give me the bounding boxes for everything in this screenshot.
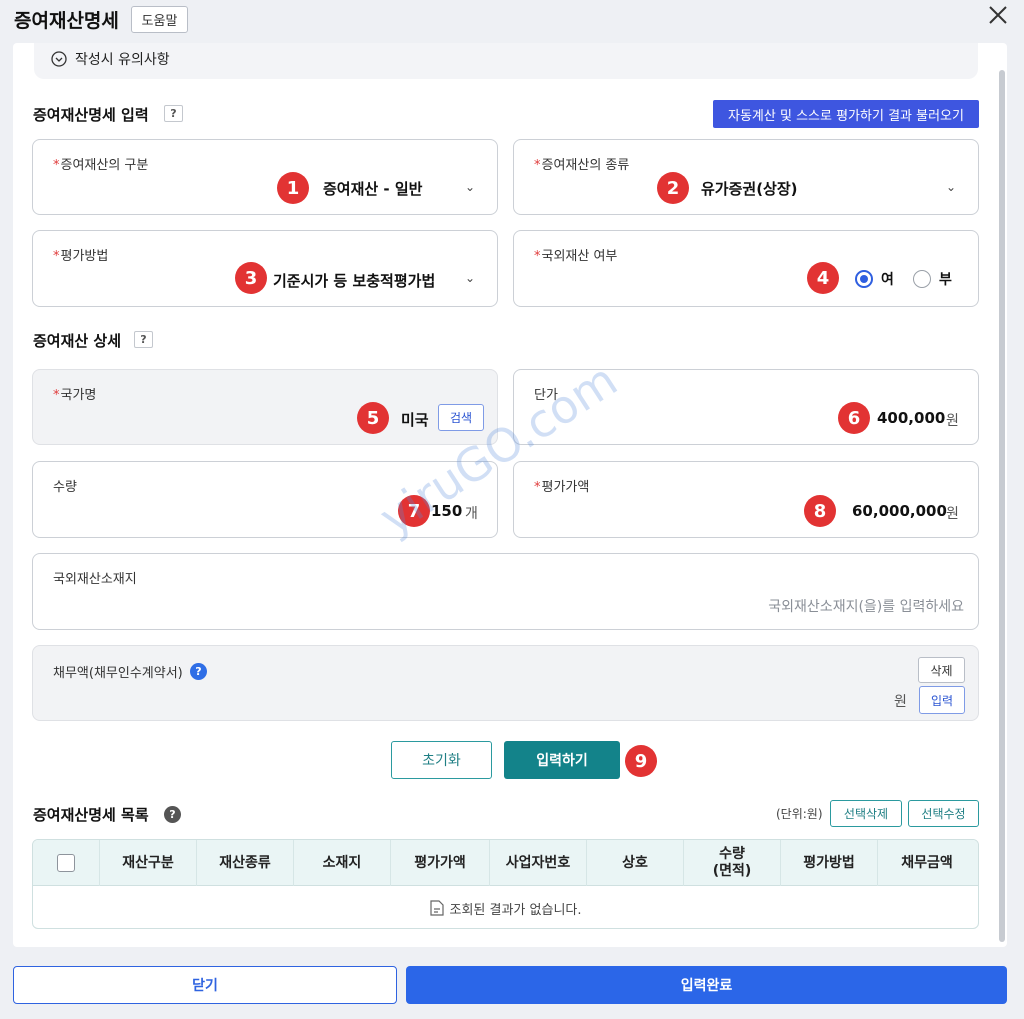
step-badge: 5 — [357, 402, 389, 434]
chevron-circle-icon[interactable] — [51, 51, 67, 67]
country-value: 미국 — [401, 411, 429, 429]
method-label: 평가방법 — [60, 249, 109, 264]
quantity-value: 150 — [431, 502, 463, 520]
category-field[interactable]: *증여재산의 구분 증여재산 - 일반 ⌄ — [32, 139, 498, 215]
select-all-checkbox[interactable] — [57, 854, 75, 872]
submit-entry-button[interactable]: 입력하기 — [504, 741, 620, 779]
col-header: 상호 — [587, 840, 684, 886]
step-badge: 4 — [807, 262, 839, 294]
debt-input-button[interactable]: 입력 — [919, 686, 965, 714]
eval-amount-value: 60,000,000 — [852, 502, 947, 520]
edit-selected-button[interactable]: 선택수정 — [908, 800, 979, 827]
question-icon[interactable]: ? — [134, 331, 153, 348]
question-icon[interactable]: ? — [164, 806, 181, 823]
type-field[interactable]: *증여재산의 종류 유가증권(상장) ⌄ — [513, 139, 979, 215]
unit-price-field[interactable]: 단가 400,000 원 — [513, 369, 979, 445]
required-mark: * — [534, 158, 541, 173]
notice-bar[interactable] — [34, 43, 978, 79]
col-header: 소재지 — [294, 840, 391, 886]
eval-amount-label: 평가가액 — [541, 480, 590, 495]
radio-yes[interactable] — [855, 270, 873, 288]
load-results-button[interactable]: 자동계산 및 스스로 평가하기 결과 불러오기 — [713, 100, 979, 128]
radio-no-label[interactable]: 부 — [939, 269, 952, 289]
close-button[interactable]: 닫기 — [13, 966, 397, 1004]
step-badge: 1 — [277, 172, 309, 204]
empty-text: 조회된 결과가 없습니다. — [449, 902, 582, 918]
location-input[interactable]: 국외재산소재지(을)를 입력하세요 — [768, 596, 964, 616]
dialog-title: 증여재산명세 — [14, 10, 119, 32]
col-header: 평가방법 — [781, 840, 878, 886]
col-header: 재산종류 — [197, 840, 294, 886]
debt-field: 채무액(채무인수계약서) ? 삭제 원 입력 — [32, 645, 979, 721]
col-header: 평가가액 — [391, 840, 490, 886]
list-section-title: 증여재산명세 목록 — [33, 806, 149, 824]
chevron-down-icon[interactable]: ⌄ — [946, 180, 956, 194]
empty-state: 조회된 결과가 없습니다. — [33, 886, 978, 928]
foreign-field: *국외재산 여부 여 부 — [513, 230, 979, 307]
unit-price-unit: 원 — [946, 413, 959, 429]
radio-yes-label[interactable]: 여 — [881, 269, 894, 289]
location-field[interactable]: 국외재산소재지 국외재산소재지(을)를 입력하세요 — [32, 553, 979, 630]
step-badge: 6 — [838, 402, 870, 434]
eval-amount-unit: 원 — [946, 506, 959, 522]
document-icon — [429, 900, 444, 916]
country-field: *국가명 미국 검색 — [32, 369, 498, 445]
col-header: 채무금액 — [901, 854, 953, 871]
table-header: 재산구분 재산종류 소재지 평가가액 사업자번호 상호 수량 (면적) 평가방법… — [33, 840, 978, 886]
input-section-title: 증여재산명세 입력 — [33, 106, 149, 124]
asset-list-table: 재산구분 재산종류 소재지 평가가액 사업자번호 상호 수량 (면적) 평가방법… — [32, 839, 979, 929]
dialog-header: 증여재산명세 도움말 — [0, 0, 1024, 40]
delete-button[interactable]: 삭제 — [918, 657, 965, 683]
required-mark: * — [534, 480, 541, 495]
category-value: 증여재산 - 일반 — [323, 180, 423, 198]
step-badge: 7 — [398, 495, 430, 527]
question-icon[interactable]: ? — [164, 105, 183, 122]
quantity-field[interactable]: 수량 150 개 — [32, 461, 498, 538]
type-value: 유가증권(상장) — [701, 180, 798, 198]
required-mark: * — [534, 249, 541, 264]
unit-label: (단위:원) — [776, 807, 823, 821]
quantity-unit: 개 — [465, 506, 478, 522]
location-label: 국외재산소재지 — [53, 572, 137, 587]
chevron-down-icon[interactable]: ⌄ — [465, 271, 475, 285]
type-label: 증여재산의 종류 — [541, 158, 630, 173]
reset-button[interactable]: 초기화 — [391, 741, 492, 779]
delete-selected-button[interactable]: 선택삭제 — [830, 800, 902, 827]
debt-unit: 원 — [894, 694, 907, 710]
category-label: 증여재산의 구분 — [60, 158, 149, 173]
radio-no[interactable] — [913, 270, 931, 288]
detail-section-title: 증여재산 상세 — [33, 332, 122, 350]
col-header: 사업자번호 — [490, 840, 587, 886]
col-header: 재산구분 — [100, 840, 197, 886]
chevron-down-icon[interactable]: ⌄ — [465, 180, 475, 194]
close-icon[interactable] — [985, 2, 1011, 28]
required-mark: * — [53, 388, 60, 403]
step-badge: 9 — [625, 745, 657, 777]
notice-label[interactable]: 작성시 유의사항 — [75, 49, 170, 69]
unit-price-value: 400,000 — [877, 409, 946, 427]
step-badge: 2 — [657, 172, 689, 204]
scrollbar[interactable] — [999, 70, 1005, 942]
complete-button[interactable]: 입력완료 — [406, 966, 1007, 1004]
search-button[interactable]: 검색 — [438, 404, 484, 431]
step-badge: 8 — [804, 495, 836, 527]
step-badge: 3 — [235, 262, 267, 294]
quantity-label: 수량 — [53, 480, 77, 495]
foreign-label: 국외재산 여부 — [541, 249, 618, 264]
unit-price-label: 단가 — [534, 388, 558, 403]
required-mark: * — [53, 249, 60, 264]
eval-amount-field[interactable]: *평가가액 60,000,000 원 — [513, 461, 979, 538]
help-button[interactable]: 도움말 — [131, 6, 188, 33]
debt-label: 채무액(채무인수계약서) — [53, 666, 183, 681]
required-mark: * — [53, 158, 60, 173]
country-label: 국가명 — [60, 388, 97, 403]
method-field[interactable]: *평가방법 기준시가 등 보충적평가법 ⌄ — [32, 230, 498, 307]
help-circle-icon[interactable]: ? — [190, 663, 207, 680]
col-header: 수량 (면적) — [684, 840, 781, 886]
method-value: 기준시가 등 보충적평가법 — [273, 272, 436, 290]
